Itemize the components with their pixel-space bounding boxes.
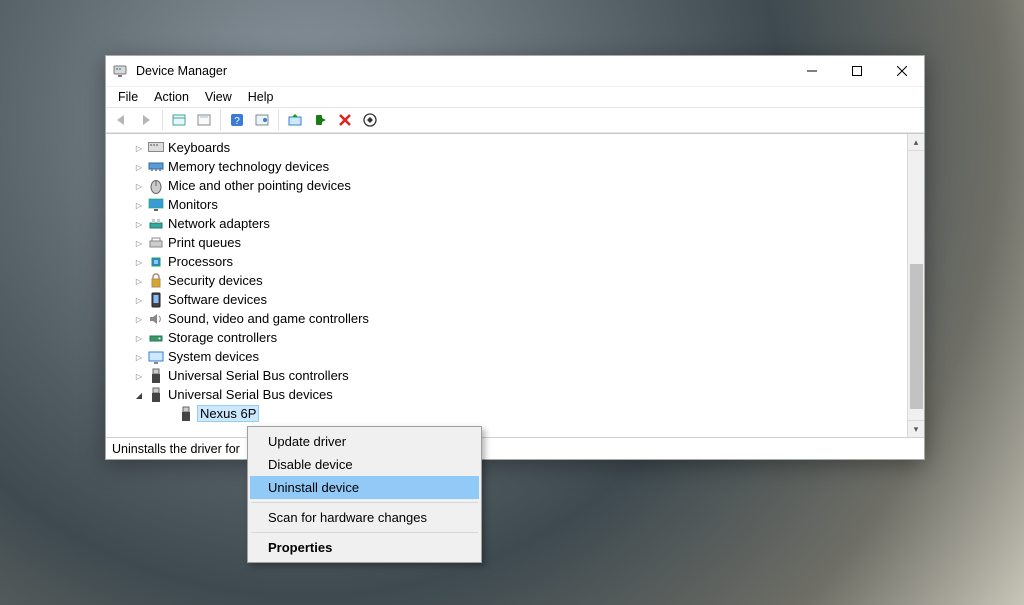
tree-label: Keyboards (168, 140, 230, 155)
expander-icon[interactable] (132, 352, 146, 362)
context-separator (251, 532, 478, 533)
minimize-button[interactable] (789, 57, 834, 86)
menu-file[interactable]: File (110, 89, 146, 105)
context-disable-device[interactable]: Disable device (250, 453, 479, 476)
usb-icon (148, 387, 164, 403)
expander-icon[interactable] (132, 162, 146, 172)
tree-node-nexus-6p[interactable]: Nexus 6P (114, 404, 922, 423)
close-button[interactable] (879, 57, 924, 86)
tree-label: Print queues (168, 235, 241, 250)
tree-node-software[interactable]: Software devices (114, 290, 922, 309)
memory-icon (148, 159, 164, 175)
tree-node-mice[interactable]: Mice and other pointing devices (114, 176, 922, 195)
device-manager-window: Device Manager File Action View Help ? (105, 55, 925, 460)
statusbar: Uninstalls the driver for (106, 437, 924, 459)
menu-help[interactable]: Help (240, 89, 282, 105)
maximize-button[interactable] (834, 57, 879, 86)
tree-node-usb-controllers[interactable]: Universal Serial Bus controllers (114, 366, 922, 385)
show-hidden-button[interactable] (168, 109, 190, 131)
context-scan-hardware[interactable]: Scan for hardware changes (250, 506, 479, 529)
tree-node-storage[interactable]: Storage controllers (114, 328, 922, 347)
scrollbar-thumb[interactable] (910, 264, 923, 409)
vertical-scrollbar[interactable]: ▴ ▾ (907, 134, 924, 437)
context-separator (251, 502, 478, 503)
menu-action[interactable]: Action (146, 89, 197, 105)
mouse-icon (148, 178, 164, 194)
back-button[interactable] (110, 109, 132, 131)
network-icon (148, 216, 164, 232)
expander-icon[interactable] (132, 390, 146, 400)
tree-node-monitors[interactable]: Monitors (114, 195, 922, 214)
tree-node-memory[interactable]: Memory technology devices (114, 157, 922, 176)
tree-label: Security devices (168, 273, 263, 288)
tree-node-system[interactable]: System devices (114, 347, 922, 366)
expander-icon[interactable] (132, 333, 146, 343)
tree-node-network[interactable]: Network adapters (114, 214, 922, 233)
tree-node-security[interactable]: Security devices (114, 271, 922, 290)
expander-icon[interactable] (132, 257, 146, 267)
menubar: File Action View Help (106, 86, 924, 107)
device-manager-app-icon (112, 63, 128, 79)
keyboard-icon (148, 140, 164, 156)
expander-icon[interactable] (132, 371, 146, 381)
storage-icon (148, 330, 164, 346)
context-update-driver[interactable]: Update driver (250, 430, 479, 453)
tree-label: Memory technology devices (168, 159, 329, 174)
expander-icon[interactable] (132, 219, 146, 229)
tree-label: Processors (168, 254, 233, 269)
printer-icon (148, 235, 164, 251)
sound-icon (148, 311, 164, 327)
expander-icon[interactable] (132, 238, 146, 248)
system-icon (148, 349, 164, 365)
tree-label: Monitors (168, 197, 218, 212)
software-icon (148, 292, 164, 308)
expander-icon[interactable] (132, 276, 146, 286)
security-icon (148, 273, 164, 289)
tree-node-sound[interactable]: Sound, video and game controllers (114, 309, 922, 328)
expander-icon[interactable] (132, 295, 146, 305)
expander-icon[interactable] (132, 200, 146, 210)
scroll-up-arrow[interactable]: ▴ (908, 134, 924, 151)
svg-text:?: ? (234, 116, 240, 127)
expander-icon[interactable] (132, 314, 146, 324)
print-button[interactable] (193, 109, 215, 131)
tree-label: System devices (168, 349, 259, 364)
scroll-down-arrow[interactable]: ▾ (908, 420, 924, 437)
help-button[interactable]: ? (226, 109, 248, 131)
context-uninstall-device[interactable]: Uninstall device (250, 476, 479, 499)
tree-label: Universal Serial Bus devices (168, 387, 333, 402)
titlebar[interactable]: Device Manager (106, 56, 924, 86)
tree-label: Network adapters (168, 216, 270, 231)
refresh-button[interactable] (251, 109, 273, 131)
tree-label: Storage controllers (168, 330, 277, 345)
usb-icon (148, 368, 164, 384)
tree-label: Universal Serial Bus controllers (168, 368, 349, 383)
cpu-icon (148, 254, 164, 270)
menu-view[interactable]: View (197, 89, 240, 105)
usb-device-icon (178, 406, 194, 422)
tree-label: Sound, video and game controllers (168, 311, 369, 326)
device-tree-container: Keyboards Memory technology devices Mice… (106, 133, 924, 437)
tree-node-print-queues[interactable]: Print queues (114, 233, 922, 252)
context-menu[interactable]: Update driver Disable device Uninstall d… (247, 426, 482, 563)
toolbar: ? (106, 107, 924, 133)
update-driver-button[interactable] (284, 109, 306, 131)
expander-icon[interactable] (132, 181, 146, 191)
context-properties[interactable]: Properties (250, 536, 479, 559)
tree-label: Mice and other pointing devices (168, 178, 351, 193)
device-tree[interactable]: Keyboards Memory technology devices Mice… (106, 134, 924, 437)
tree-label: Software devices (168, 292, 267, 307)
tree-label: Nexus 6P (198, 406, 258, 421)
tree-node-keyboards[interactable]: Keyboards (114, 138, 922, 157)
status-text: Uninstalls the driver for (112, 442, 240, 456)
tree-node-usb-devices[interactable]: Universal Serial Bus devices (114, 385, 922, 404)
enable-device-button[interactable] (309, 109, 331, 131)
window-title: Device Manager (136, 64, 227, 78)
monitor-icon (148, 197, 164, 213)
forward-button[interactable] (135, 109, 157, 131)
uninstall-button[interactable] (334, 109, 356, 131)
scan-hardware-button[interactable] (359, 109, 381, 131)
tree-node-processors[interactable]: Processors (114, 252, 922, 271)
expander-icon[interactable] (132, 143, 146, 153)
